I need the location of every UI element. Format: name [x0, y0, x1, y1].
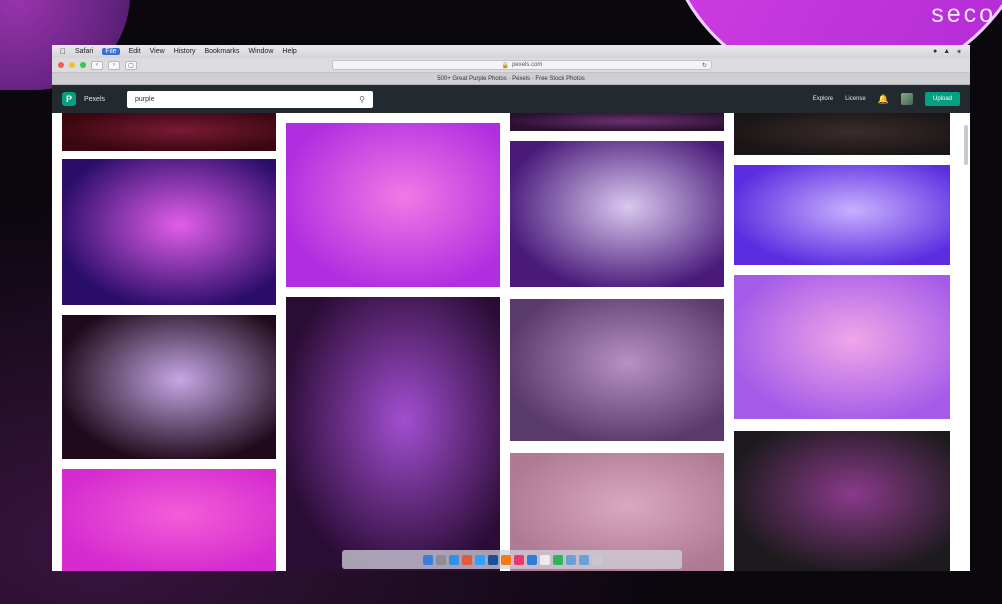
photo-pink-petals[interactable] [62, 469, 276, 571]
site-name[interactable]: Pexels [84, 96, 105, 103]
photo-purple-phlox-flowers[interactable] [286, 297, 500, 571]
menu-safari[interactable]: Safari [75, 48, 93, 55]
photo-purple-water-drop[interactable] [734, 165, 950, 265]
nav-license[interactable]: License [845, 96, 866, 102]
bell-icon[interactable]: 🔔 [878, 94, 889, 105]
trash-icon[interactable] [591, 554, 602, 565]
menu-edit[interactable]: Edit [129, 48, 141, 55]
status-icon[interactable]: ● [933, 48, 937, 56]
launchpad-icon[interactable] [435, 554, 446, 565]
address-bar[interactable]: 🔒 pexels.com ↻ [332, 60, 712, 70]
safari-icon[interactable] [448, 554, 459, 565]
search-input[interactable]: purple ⚲ [127, 90, 374, 108]
photo-pink-sky-birds[interactable] [734, 275, 950, 419]
chrome-icon[interactable] [539, 554, 550, 565]
minimize-window-icon[interactable] [69, 62, 75, 68]
menu-window[interactable]: Window [248, 48, 273, 55]
back-button[interactable]: ‹ [91, 60, 103, 70]
forward-button[interactable]: › [108, 60, 120, 70]
monitor-screen:  Safari File Edit View History Bookmark… [52, 45, 970, 571]
photo-gallery [52, 113, 970, 571]
pexels-logo-icon[interactable]: P [62, 92, 76, 106]
lock-icon: 🔒 [501, 62, 510, 69]
photo-dark-red-strip[interactable] [62, 113, 276, 151]
overlay-brand-word: seco [931, 0, 996, 28]
wifi-icon[interactable]: ▲ [943, 48, 950, 56]
search-icon[interactable]: ⚲ [359, 95, 365, 104]
finder-icon[interactable] [422, 554, 433, 565]
avatar[interactable] [900, 93, 913, 105]
lightroom-icon[interactable] [526, 554, 537, 565]
reload-icon[interactable]: ↻ [702, 62, 707, 69]
sidebar-toggle-button[interactable]: ▢ [125, 60, 137, 70]
photo-purple-fiber-optic-lamp[interactable] [62, 159, 276, 305]
menu-view[interactable]: View [150, 48, 165, 55]
bluetooth-icon[interactable]: ✶ [956, 48, 962, 56]
tab-title: 500+ Great Purple Photos · Pexels · Free… [437, 75, 585, 82]
menu-help[interactable]: Help [282, 48, 296, 55]
folder-icon[interactable] [565, 554, 576, 565]
apple-icon[interactable]:  [60, 47, 66, 56]
mac-dock [342, 550, 682, 569]
stage: seco  Safari File Edit View History Boo… [0, 0, 1002, 604]
indesign-icon[interactable] [513, 554, 524, 565]
photo-dark-purple-strip[interactable] [510, 113, 724, 131]
photo-purple-balloons[interactable] [510, 141, 724, 287]
menubar-status-icons: ● ▲ ✶ [933, 48, 962, 56]
browser-toolbar: ‹ › ▢ 🔒 pexels.com ↻ [52, 58, 970, 73]
mac-menubar:  Safari File Edit View History Bookmark… [52, 45, 970, 58]
browser-tab[interactable]: 500+ Great Purple Photos · Pexels · Free… [52, 73, 970, 85]
search-value: purple [135, 95, 155, 103]
page-scrollbar[interactable] [964, 125, 968, 165]
address-text: pexels.com [512, 62, 543, 68]
downloads-folder-icon[interactable] [578, 554, 589, 565]
upload-button[interactable]: Upload [924, 92, 960, 106]
close-window-icon[interactable] [58, 62, 64, 68]
photo-purple-chrysanthemum[interactable] [734, 431, 950, 571]
app-store-icon[interactable] [461, 554, 472, 565]
photo-dark-wood-strip[interactable] [734, 113, 950, 155]
site-nav-right: Explore License 🔔 Upload [813, 92, 960, 106]
menu-bookmarks[interactable]: Bookmarks [204, 48, 239, 55]
site-header: P Pexels purple ⚲ Explore License 🔔 Uplo… [52, 85, 970, 113]
zoom-window-icon[interactable] [80, 62, 86, 68]
photo-pink-smoke-abstract[interactable] [286, 123, 500, 287]
mail-icon[interactable] [474, 554, 485, 565]
photoshop-icon[interactable] [487, 554, 498, 565]
messages-icon[interactable] [552, 554, 563, 565]
photo-purple-daisy-flower[interactable] [62, 315, 276, 459]
nav-explore[interactable]: Explore [813, 96, 833, 102]
illustrator-icon[interactable] [500, 554, 511, 565]
menu-file[interactable]: File [102, 48, 120, 55]
menu-history[interactable]: History [174, 48, 196, 55]
photo-allium-field[interactable] [510, 299, 724, 441]
